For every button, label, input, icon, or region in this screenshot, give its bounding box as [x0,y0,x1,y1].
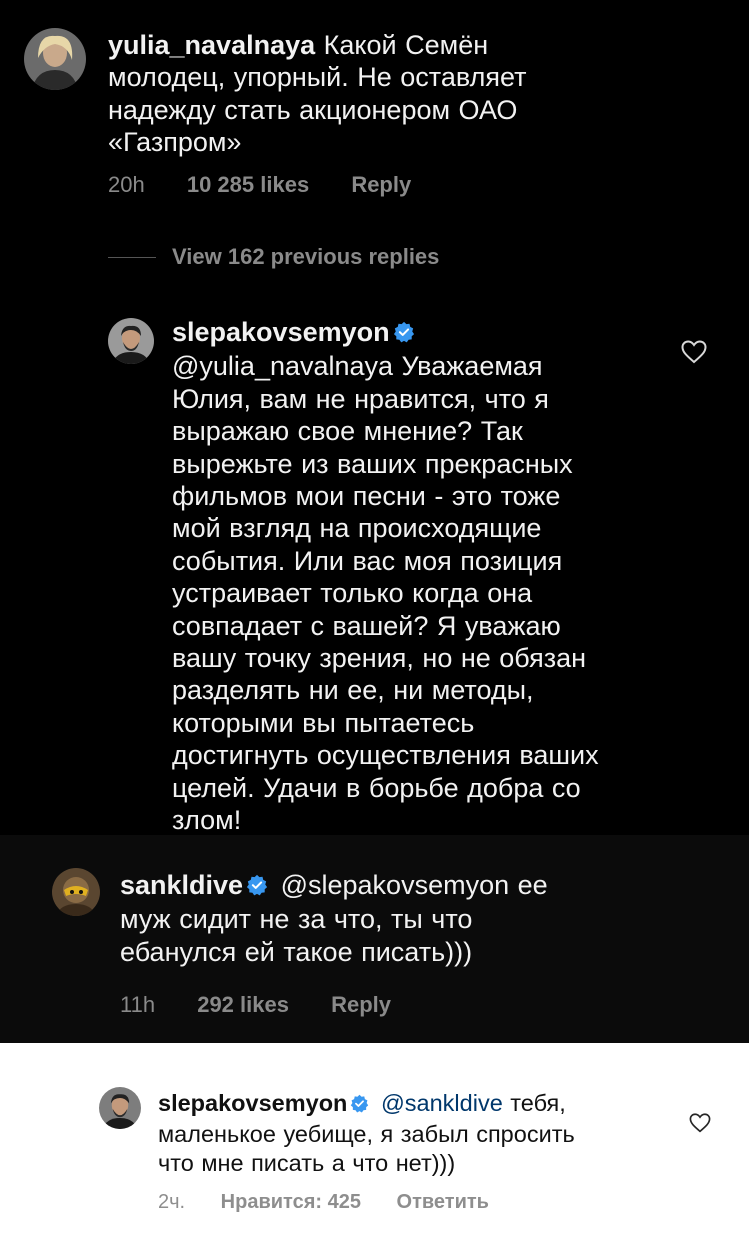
comment-time: 20h [108,172,145,197]
username-sankldive[interactable]: sankldive [120,870,243,900]
reply-text-line: Юлия, вам не нравится, что я [172,383,549,414]
reply-text-line: злом! [172,805,242,835]
reply-text-line: что мне писать а что нет))) [158,1150,456,1176]
reply-text-line: фильмов мои песни - это тоже [172,481,561,512]
comment-meta-yulia: 20h 10 285 likes Reply [108,172,447,198]
reply-body-slepakov: slepakovsemyon @yulia_navalnaya Уважаема… [172,316,652,835]
comment-time: 2ч. [158,1191,186,1213]
reply-text-line: достигнуть осуществления ваших [172,740,599,771]
avatar-slepakovsemyon[interactable] [99,1087,141,1129]
view-replies-label[interactable]: View 162 previous replies [172,244,439,270]
comment-text-line: Какой Семён [323,30,489,60]
comment-text-line: «Газпром» [108,127,242,158]
reply-button[interactable]: Ответить [397,1191,489,1213]
like-heart-icon[interactable] [681,340,707,369]
avatar-sankldive[interactable] [52,868,100,916]
reply-text-line: вырежьте из ваших прекрасных [172,448,573,479]
username-yulia[interactable]: yulia_navalnaya [108,30,315,60]
reply-text-line: мой взгляд на происходящие [172,513,542,544]
comment-body-yulia: yulia_navalnaya Какой Семён молодец, упо… [108,29,668,159]
reply-text-line: выражаю свое мнение? Так [172,416,523,447]
reply-text-line: тебя, [502,1090,566,1116]
likes-count[interactable]: 292 likes [197,992,289,1017]
reply-text-line: целей. Удачи в борьбе добра со [172,772,581,803]
mention-link[interactable]: @sankldive [381,1090,503,1116]
comment-text-line: ебанулся ей такое писать))) [120,936,473,967]
reply-button[interactable]: Reply [351,172,411,197]
reply-meta-slepakov: 2ч. Нравится: 425 Ответить [158,1191,519,1214]
reply-text-line: события. Или вас моя позиция [172,545,563,576]
comment-text-line: молодец, упорный. Не оставляет [108,62,527,93]
reply-text-line: устраивает только когда она [172,578,533,609]
verified-badge-icon [350,1091,369,1120]
reply-slepakov-light-block: slepakovsemyon @sankldive тебя, маленько… [0,1043,749,1235]
like-heart-icon[interactable] [689,1113,711,1138]
likes-count[interactable]: 10 285 likes [187,172,309,197]
comment-time: 11h [120,992,156,1017]
reply-text-line: разделять ни ее, ни методы, [172,675,534,706]
reply-text-line: совпадает с вашей? Я уважаю [172,610,561,641]
avatar-slepakovsemyon[interactable] [108,318,154,364]
comment-thread-dark: yulia_navalnaya Какой Семён молодец, упо… [0,0,749,835]
verified-badge-icon [246,871,268,903]
view-previous-replies[interactable]: View 162 previous replies [108,244,439,270]
reply-body-slepakov-2: slepakovsemyon @sankldive тебя, маленько… [158,1089,678,1178]
username-slepakovsemyon[interactable]: slepakovsemyon [158,1090,347,1116]
comment-text-line: надежду стать акционером ОАО [108,94,518,125]
comment-body-sankldive: sankldive @slepakovsemyon ее муж сидит н… [120,869,680,968]
reply-text-line: вашу точку зрения, но не обязан [172,643,587,674]
reply-text-line: которыми вы пытаетесь [172,707,475,738]
avatar-yulia[interactable] [24,28,86,90]
reply-text-line: маленькое уебище, я забыл спросить [158,1121,575,1147]
comment-sankldive-block: sankldive @slepakovsemyon ее муж сидит н… [0,835,749,1043]
reply-button[interactable]: Reply [331,992,391,1017]
username-slepakovsemyon[interactable]: slepakovsemyon [172,317,390,347]
replies-divider-line [108,256,156,258]
comment-meta-sankldive: 11h 292 likes Reply [120,992,427,1018]
comment-text-line: @slepakovsemyon ее [280,870,548,900]
verified-badge-icon [393,318,415,350]
reply-text-line: @yulia_navalnaya Уважаемая [172,351,543,382]
likes-count[interactable]: Нравится: 425 [221,1191,361,1213]
comment-text-line: муж сидит не за что, ты что [120,904,473,935]
